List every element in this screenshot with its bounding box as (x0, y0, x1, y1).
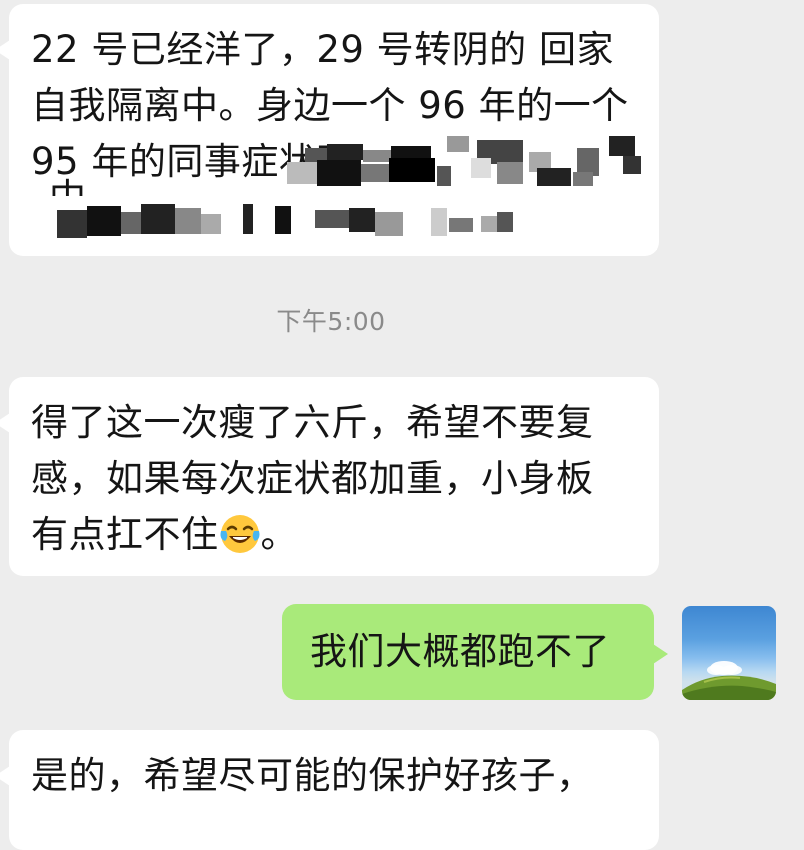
message-text-line: 95 年的同事症状不 (31, 140, 354, 183)
message-text-line: 得了这一次瘦了六斤，希望不要复 (31, 401, 594, 444)
message-bubble-incoming-1[interactable]: 22 号已经洋了，29 号转阴的 回家 自我隔离中。身边一个 96 年的一个 9… (0, 4, 659, 256)
message-text-line: 自我隔离中。身边一个 96 年的一个 (31, 84, 629, 127)
message-text-line: 是的，希望尽可能的保护好孩子， (31, 754, 594, 797)
timestamp: 下午5:00 (276, 307, 386, 336)
message-text-fragment: 。 (260, 513, 298, 556)
message-text-line: 有点扛不住 。 (31, 507, 637, 563)
message-bubble-outgoing[interactable]: 我们大概都跑不了 (282, 604, 668, 700)
message-text-fragment: 有点扛不住 (31, 513, 219, 556)
laughing-crying-emoji-icon (219, 513, 261, 555)
message-bubble-incoming-3[interactable]: 是的，希望尽可能的保护好孩子， (0, 730, 659, 850)
message-text-line: 感，如果每次症状都加重，小身板 (31, 457, 594, 500)
message-text-line: 我们大概都跑不了 (310, 630, 610, 673)
landscape-avatar-icon[interactable] (682, 606, 776, 700)
message-text-line: 22 号已经洋了，29 号转阴的 回家 (31, 28, 614, 71)
message-bubble-incoming-2[interactable]: 得了这一次瘦了六斤，希望不要复 感，如果每次症状都加重，小身板 有点扛不住 。 (0, 377, 659, 576)
